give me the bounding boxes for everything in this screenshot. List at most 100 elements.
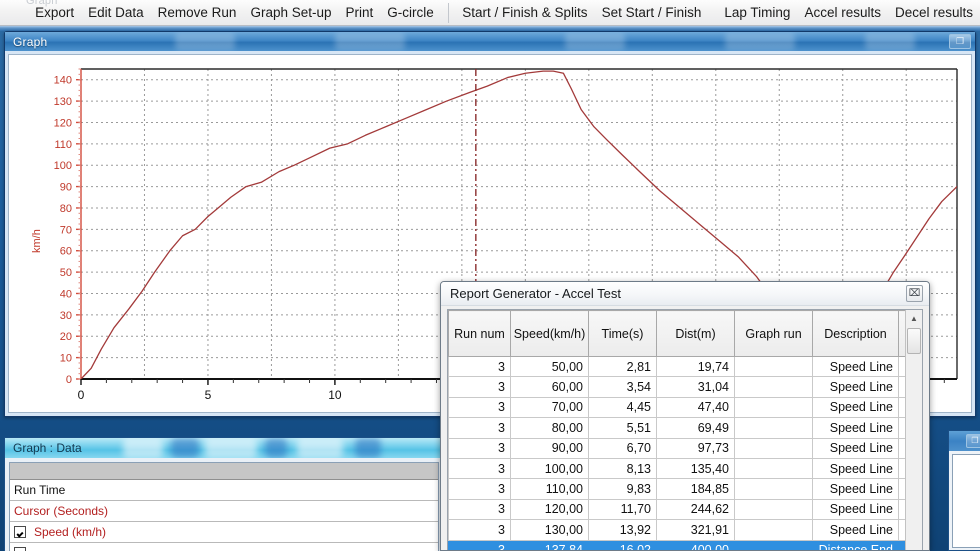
svg-text:110: 110 [54, 139, 72, 151]
run-num-cell: 3 [448, 478, 511, 500]
description-cell: Speed Line [812, 457, 899, 480]
data-titlebar-reflection-6 [355, 438, 381, 458]
table-row[interactable]: 3 70,00 4,45 47,40 Speed Line [448, 396, 905, 419]
menu-item-edit-data[interactable]: Edit Data [81, 0, 151, 26]
table-row[interactable]: 3 60,00 3,54 31,04 Speed Line [448, 376, 905, 398]
dist-cell: 135,40 [656, 457, 735, 480]
menu-item-remove-run[interactable]: Remove Run [151, 0, 244, 26]
column-header-description[interactable]: Description [812, 310, 899, 357]
graph-data-row-label: Run Time [14, 482, 66, 497]
data-titlebar-reflection-3 [205, 438, 257, 458]
scroll-up-arrow-icon[interactable]: ▲ [906, 312, 922, 326]
column-header-speed[interactable]: Speed(km/h) [510, 310, 589, 357]
column-header-run-num[interactable]: Run num [448, 310, 511, 357]
menu-item-decel-results[interactable]: Decel results [888, 0, 980, 26]
menu-item-set-start-finish[interactable]: Set Start / Finish [595, 0, 709, 26]
run-num-cell: 3 [448, 355, 511, 378]
svg-text:10: 10 [328, 388, 342, 402]
background-window-titlebar[interactable]: ❐ [949, 431, 980, 451]
data-titlebar-reflection-4 [265, 438, 287, 458]
dist-cell: 47,40 [656, 396, 735, 419]
table-row[interactable]: 3 80,00 5,51 69,49 Speed Line [448, 417, 905, 439]
main-menu-bar[interactable]: Graph Export Edit Data Remove Run Graph … [0, 0, 980, 26]
svg-text:120: 120 [54, 117, 72, 129]
table-row[interactable]: 3 130,00 13,92 321,91 Speed Line [448, 519, 905, 541]
menu-ghost-label: Graph [26, 0, 58, 7]
run-num-cell: 3 [448, 376, 511, 398]
table-row[interactable]: 3 100,00 8,13 135,40 Speed Line [448, 457, 905, 480]
time-cell: 11,70 [588, 498, 657, 521]
report-results-table[interactable]: Run num Speed(km/h) Time(s) Dist(m) Grap… [448, 310, 905, 550]
channel-visibility-checkbox[interactable] [14, 526, 26, 538]
table-row[interactable]: 3 120,00 11,70 244,62 Speed Line [448, 498, 905, 521]
menu-item-lap-timing[interactable]: Lap Timing [717, 0, 797, 26]
time-cell: 3,54 [588, 376, 657, 398]
background-window-restore-button[interactable]: ❐ [966, 434, 980, 448]
close-icon[interactable]: ⌧ [906, 285, 923, 302]
dist-cell: 321,91 [656, 519, 735, 541]
graph-data-grid[interactable]: Run Time Cursor (Seconds) Speed (km/h) [9, 462, 439, 551]
channel-visibility-checkbox[interactable] [14, 547, 26, 551]
graph-data-row[interactable]: Run Time [10, 480, 438, 501]
menu-item-g-circle[interactable]: G-circle [380, 0, 441, 26]
svg-text:70: 70 [60, 224, 72, 236]
column-header-time[interactable]: Time(s) [588, 310, 657, 357]
table-row[interactable]: 3137,8416,02400,00 Distance End [448, 539, 905, 550]
report-table-body[interactable]: 3 50,00 2,81 19,74 Speed Line 3 60,00 3,54 31,04… [448, 355, 905, 550]
menu-item-print[interactable]: Print [339, 0, 381, 26]
scrollbar-thumb[interactable] [907, 328, 921, 354]
svg-text:30: 30 [60, 310, 72, 322]
table-row[interactable]: 3 110,00 9,83 184,85 Speed Line [448, 478, 905, 500]
time-cell: 6,70 [588, 437, 657, 459]
description-cell: Distance End [812, 539, 899, 550]
graph-data-row[interactable] [10, 543, 438, 551]
graph-data-window[interactable]: Graph : Data Run Time Cursor (Seconds) Spe… [4, 437, 444, 551]
table-row[interactable]: 3 50,00 2,81 19,74 Speed Line [448, 355, 905, 378]
menu-item-start-finish-splits[interactable]: Start / Finish & Splits [455, 0, 594, 26]
graph-data-row[interactable]: Cursor (Seconds) [10, 501, 438, 522]
speed-cell: 137,84 [510, 539, 589, 550]
graph-window-restore-button[interactable]: ❐ [949, 34, 971, 49]
table-row[interactable]: 3 90,00 6,70 97,73 Speed Line [448, 437, 905, 459]
svg-text:20: 20 [60, 331, 72, 343]
menu-item-accel-results[interactable]: Accel results [797, 0, 888, 26]
svg-text:90: 90 [60, 182, 72, 194]
report-table-scrollbar[interactable]: ▲ [905, 310, 922, 550]
data-titlebar-reflection-2 [171, 438, 199, 458]
report-table-container[interactable]: Run num Speed(km/h) Time(s) Dist(m) Grap… [447, 309, 923, 550]
svg-text:100: 100 [54, 160, 72, 172]
time-cell: 8,13 [588, 457, 657, 480]
menu-item-graph-setup[interactable]: Graph Set-up [243, 0, 338, 26]
titlebar-glass-reflection-1 [175, 33, 235, 50]
graph-data-row[interactable]: Speed (km/h) [10, 522, 438, 543]
description-cell: Speed Line [812, 498, 899, 521]
graph-data-row-list: Run Time Cursor (Seconds) Speed (km/h) [10, 480, 438, 551]
run-num-cell: 3 [448, 519, 511, 541]
speed-cell: 70,00 [510, 396, 589, 419]
report-dialog-titlebar[interactable]: Report Generator - Accel Test ⌧ [441, 282, 929, 306]
description-cell: Speed Line [812, 417, 899, 439]
background-window-right[interactable]: ❐ [948, 430, 980, 551]
run-num-cell: 3 [448, 539, 511, 550]
data-titlebar-reflection-5 [297, 438, 343, 458]
run-num-cell: 3 [448, 457, 511, 480]
graph-data-row-label: Speed (km/h) [34, 524, 107, 539]
report-dialog-title: Report Generator - Accel Test [450, 286, 622, 301]
column-header-graph-run[interactable]: Graph run [734, 310, 813, 357]
column-header-dist[interactable]: Dist(m) [656, 310, 735, 357]
report-table-viewport[interactable]: Run num Speed(km/h) Time(s) Dist(m) Grap… [448, 310, 905, 550]
dist-cell: 400,00 [656, 539, 735, 550]
graph-run-cell [734, 417, 813, 439]
graph-data-titlebar[interactable]: Graph : Data [5, 438, 443, 458]
graph-run-cell [734, 376, 813, 398]
svg-text:140: 140 [54, 75, 72, 87]
speed-cell: 50,00 [510, 355, 589, 378]
graph-run-cell [734, 396, 813, 419]
background-window-body [952, 454, 980, 548]
graph-run-cell [734, 437, 813, 459]
graph-data-window-title: Graph : Data [13, 441, 82, 455]
report-generator-dialog[interactable]: Report Generator - Accel Test ⌧ Run num … [440, 281, 930, 551]
time-cell: 16,02 [588, 539, 657, 550]
graph-window-titlebar[interactable]: Graph ❐ [5, 32, 975, 51]
speed-cell: 90,00 [510, 437, 589, 459]
